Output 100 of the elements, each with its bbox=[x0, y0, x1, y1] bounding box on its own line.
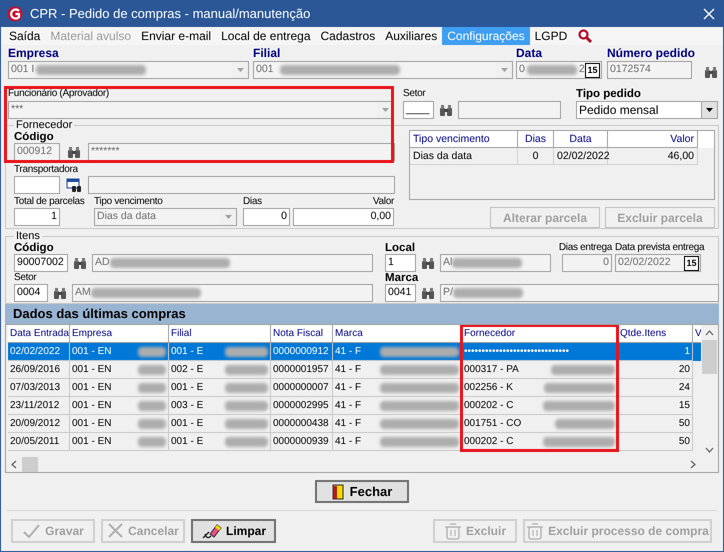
close-button[interactable]: Fechar bbox=[315, 480, 409, 503]
dropdown-arrow-icon bbox=[224, 215, 232, 219]
action-button[interactable]: Limpar bbox=[191, 518, 276, 542]
field-label: Tipo vencimento bbox=[94, 196, 164, 208]
binoculars-icon[interactable] bbox=[421, 256, 435, 270]
blurred-text bbox=[138, 365, 166, 375]
item-code-field[interactable]: 90007002 bbox=[14, 254, 68, 272]
table-cell: 41 - F bbox=[333, 433, 462, 451]
blurred-text bbox=[138, 419, 166, 429]
field-label: Marca bbox=[385, 272, 420, 284]
dropdown-arrow-icon bbox=[236, 68, 244, 72]
logo-icon bbox=[7, 6, 23, 22]
binoculars-icon[interactable] bbox=[53, 286, 67, 300]
menu-item[interactable]: Local de entrega bbox=[216, 27, 316, 45]
cross-icon bbox=[107, 522, 124, 539]
blurred-text bbox=[138, 383, 166, 393]
binoculars-icon[interactable] bbox=[421, 286, 435, 300]
blurred-text bbox=[452, 288, 523, 298]
blurred-text bbox=[225, 437, 268, 447]
table-cell: Dias da data bbox=[410, 148, 518, 165]
blurred-text bbox=[526, 65, 577, 75]
field-label: Valor bbox=[372, 196, 394, 208]
column-header[interactable]: Dias bbox=[518, 131, 554, 148]
table-cell: 46,00 bbox=[608, 148, 698, 165]
field-label: Filial bbox=[253, 46, 282, 61]
field-label: Tipo pedido bbox=[576, 88, 642, 100]
dropdown-arrow-icon bbox=[382, 108, 388, 112]
blurred-text bbox=[138, 347, 166, 357]
sector-code-field[interactable]: ____ bbox=[403, 101, 434, 119]
scroll-left-icon[interactable] bbox=[11, 460, 17, 468]
field-label: Data prevista entrega bbox=[615, 242, 706, 254]
window-title: CPR - Pedido de compras - manual/manutenção bbox=[30, 4, 310, 23]
table-cell: 02/02/2022 bbox=[554, 148, 608, 165]
blurred-text bbox=[452, 258, 522, 268]
field-label: Local bbox=[385, 242, 416, 254]
field-label: Data bbox=[516, 46, 544, 61]
blurred-text bbox=[225, 347, 268, 357]
table-cell: 0000000939 bbox=[271, 433, 333, 451]
section-header: Dados das últimas compras bbox=[5, 304, 719, 324]
days-field[interactable]: 0 bbox=[243, 208, 290, 226]
trash-icon bbox=[526, 522, 544, 540]
blurred-text bbox=[551, 365, 615, 375]
value-field[interactable]: 0,00 bbox=[293, 208, 394, 226]
menu-item[interactable]: Enviar e-mail bbox=[136, 27, 216, 45]
blurred-text bbox=[138, 401, 166, 411]
group-title: Itens bbox=[14, 230, 42, 242]
table-cell: 001 - E bbox=[169, 433, 271, 451]
scrollbar-thumb[interactable] bbox=[22, 456, 38, 472]
blurred-text bbox=[543, 437, 615, 447]
binoculars-icon[interactable] bbox=[439, 104, 453, 116]
field-label: Transportadora bbox=[14, 164, 79, 176]
scroll-up-icon[interactable] bbox=[705, 330, 714, 336]
check-icon bbox=[22, 522, 42, 538]
brand-code-field[interactable]: 0041 bbox=[385, 284, 416, 302]
table-cell: 50 bbox=[618, 433, 693, 451]
menu-item[interactable]: Cadastros bbox=[316, 27, 380, 45]
table-row[interactable]: 02/02/2022 001 - EN 001 - E 0000000912 41 - F •••••••••••••••••••••••••••••• 1 bbox=[8, 343, 703, 361]
field-label: Número pedido bbox=[607, 46, 692, 61]
column-header[interactable]: Tipo vencimento bbox=[410, 131, 518, 148]
eraser-icon bbox=[200, 522, 222, 540]
scroll-right-icon[interactable] bbox=[690, 460, 696, 468]
table-cell: 000202 - C bbox=[462, 433, 618, 451]
menu-item[interactable]: Saída bbox=[4, 27, 46, 45]
carrier-code-field[interactable] bbox=[14, 176, 60, 194]
search-icon[interactable] bbox=[578, 29, 592, 43]
item-sector-field[interactable]: 0004 bbox=[14, 284, 48, 302]
blurred-text bbox=[225, 365, 268, 375]
column-header[interactable]: Valor bbox=[608, 131, 698, 148]
binoculars-icon[interactable] bbox=[73, 256, 87, 270]
binoculars-icon[interactable] bbox=[704, 66, 718, 79]
binoculars-icon[interactable] bbox=[67, 146, 81, 158]
carrier-search-icon[interactable] bbox=[66, 178, 82, 192]
blurred-text bbox=[555, 419, 615, 429]
table-cell: 20/05/2011 bbox=[8, 433, 70, 451]
field-label: Total de parcelas bbox=[14, 196, 86, 208]
door-icon bbox=[332, 484, 344, 500]
dropdown-button[interactable] bbox=[701, 102, 717, 118]
blurred-text bbox=[544, 383, 615, 393]
field-label: Funcionário (Aprovador) bbox=[8, 88, 110, 100]
location-code-field[interactable]: 1 bbox=[385, 254, 416, 272]
menu-item[interactable]: Auxiliares bbox=[380, 27, 442, 45]
field-label: Setor bbox=[14, 272, 38, 284]
group-title: Fornecedor bbox=[14, 119, 74, 132]
menu-item[interactable]: LGPD bbox=[530, 27, 572, 45]
scroll-down-icon[interactable] bbox=[705, 447, 714, 453]
field-label: Dias entrega bbox=[558, 242, 612, 254]
scrollbar-thumb[interactable] bbox=[702, 340, 717, 374]
table-cell: 0 bbox=[518, 148, 554, 165]
field-label: Setor bbox=[403, 88, 426, 100]
close-icon[interactable] bbox=[703, 8, 715, 20]
order-type-combo[interactable]: Pedido mensal bbox=[576, 101, 718, 119]
blurred-text bbox=[225, 419, 268, 429]
field-label: Código bbox=[14, 242, 55, 254]
blurred-text bbox=[138, 437, 166, 447]
dropdown-arrow-icon bbox=[706, 108, 713, 112]
blurred-text bbox=[225, 401, 268, 411]
column-header[interactable]: Data bbox=[554, 131, 608, 148]
installments-field[interactable]: 1 bbox=[14, 208, 60, 226]
field-label: Dias bbox=[243, 196, 263, 208]
field-label: Empresa bbox=[8, 46, 60, 61]
